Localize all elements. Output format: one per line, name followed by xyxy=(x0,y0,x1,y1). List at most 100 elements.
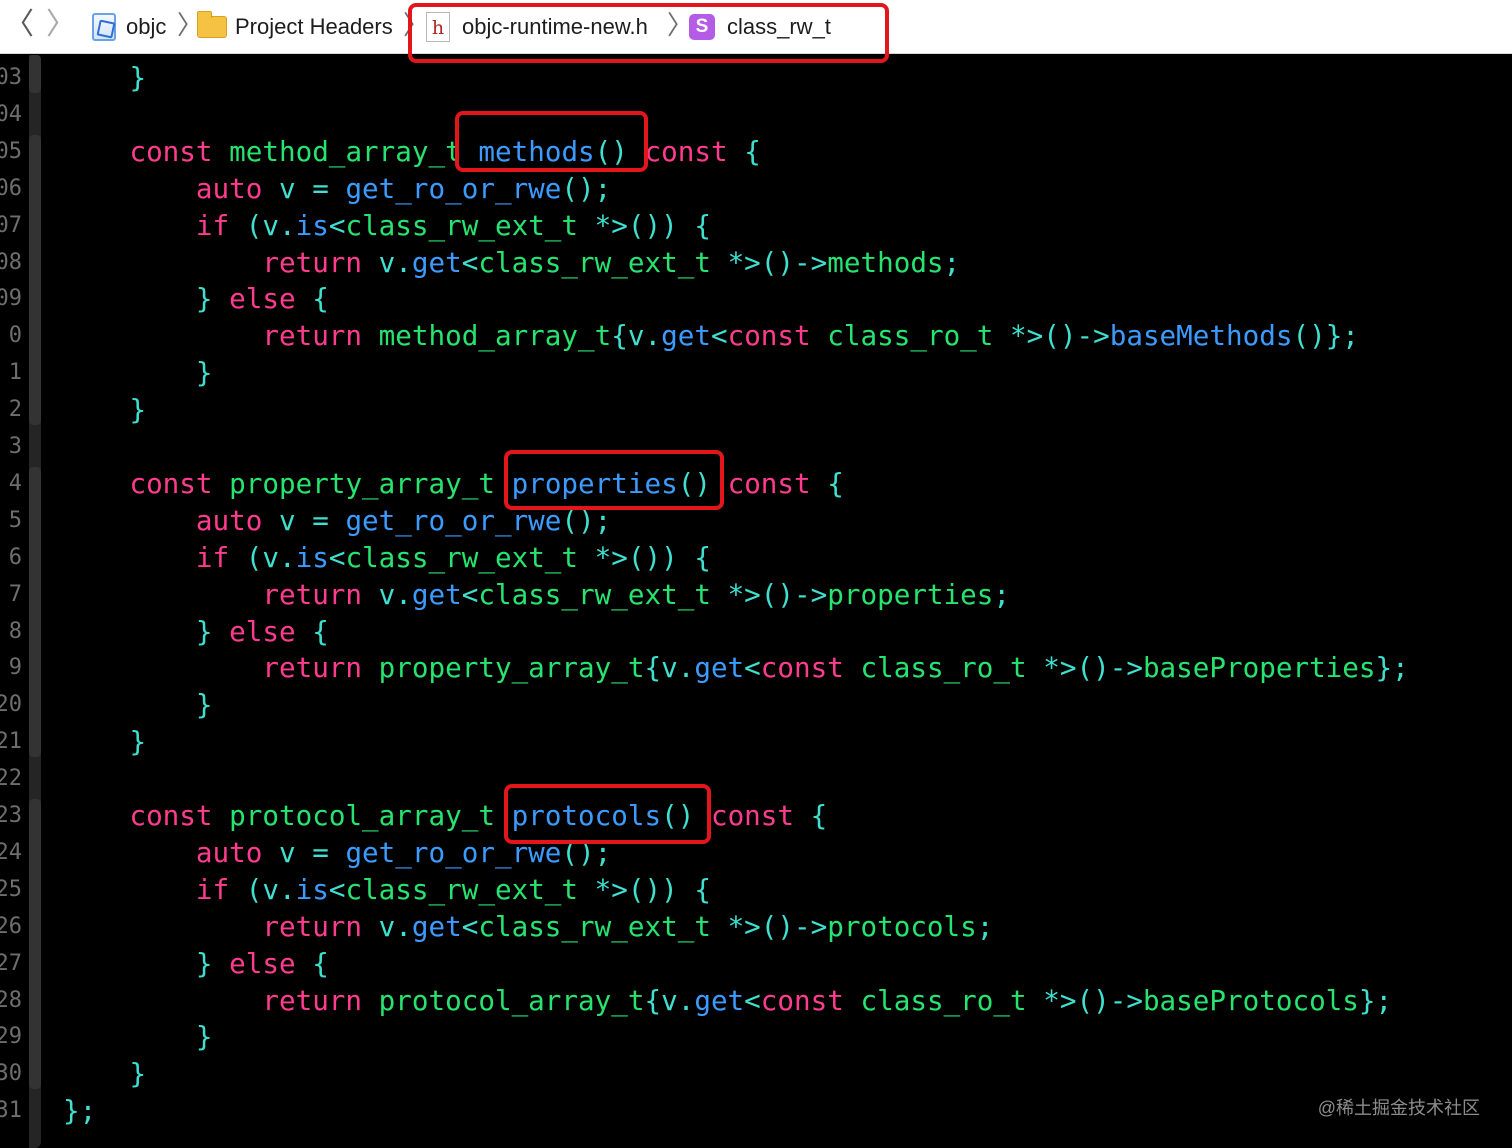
code-token: const xyxy=(760,983,844,1017)
fold-segment[interactable] xyxy=(29,55,41,93)
code-token: get xyxy=(694,983,745,1017)
code-token: }; xyxy=(1358,983,1393,1017)
code-token: const xyxy=(710,799,795,832)
code-token: if xyxy=(195,540,230,574)
line-number: 30 xyxy=(0,1061,22,1087)
code-token: auto xyxy=(195,171,263,205)
header-file-icon: h xyxy=(426,12,450,42)
code-token: {v. xyxy=(644,983,695,1017)
code-token: { xyxy=(727,134,761,168)
breadcrumb-label: objc xyxy=(126,14,167,39)
code-token: protocol_array_t xyxy=(378,983,645,1017)
line-number: 27 xyxy=(0,950,22,976)
code-line: } else { xyxy=(63,282,329,316)
line-number: 1 xyxy=(8,360,22,386)
code-token: (v. xyxy=(229,208,296,242)
breadcrumb-label: class_rw_t xyxy=(727,14,831,39)
code-token: return xyxy=(262,909,363,943)
code-line: const property_array_t properties() cons… xyxy=(63,466,843,501)
code-token: { xyxy=(295,946,329,980)
line-number: 28 xyxy=(0,987,22,1013)
source-editor[interactable]: 03 04 05 06 07 08 09 0 1 2 3 4 5 6 7 8 9 20 21 22 23 24 25 26 27… xyxy=(0,55,1512,1148)
code-token: } xyxy=(63,282,230,316)
fold-segment[interactable] xyxy=(29,799,41,1089)
code-token: () xyxy=(677,466,728,500)
code-line: } xyxy=(63,1057,146,1091)
code-token: class_rw_ext_t xyxy=(345,540,579,574)
code-token: get_ro_or_rwe xyxy=(345,171,562,205)
code-token: ; xyxy=(993,577,1011,611)
code-token: else xyxy=(229,614,296,648)
code-token: property_array_t xyxy=(229,466,495,500)
breadcrumb-struct[interactable]: S class_rw_t xyxy=(689,0,831,54)
breadcrumb-project[interactable]: objc xyxy=(92,0,166,54)
line-number: 04 xyxy=(0,101,22,127)
back-arrow-icon[interactable]: 〈 xyxy=(4,8,34,42)
code-token: return xyxy=(262,983,363,1017)
code-token: (v. xyxy=(229,872,296,906)
code-token: protocols xyxy=(511,799,662,832)
code-token: (); xyxy=(561,171,612,205)
code-token: }; xyxy=(63,1094,97,1128)
code-token: return xyxy=(262,319,363,353)
code-token: class_rw_ext_t xyxy=(345,208,579,242)
code-line: }; xyxy=(63,1094,96,1128)
code-token: } xyxy=(63,356,213,390)
code-token: < xyxy=(328,540,346,574)
code-token: } xyxy=(63,61,147,94)
code-token: *>()-> xyxy=(710,577,828,611)
fold-segment[interactable] xyxy=(29,135,41,425)
line-number: 08 xyxy=(0,249,22,275)
line-number: 09 xyxy=(0,286,22,312)
code-token: (); xyxy=(561,835,612,869)
code-token: }; xyxy=(1375,651,1409,685)
code-token: const xyxy=(760,651,844,685)
code-line: } xyxy=(63,356,213,390)
code-token: } xyxy=(63,1057,147,1091)
code-token: methods xyxy=(478,134,595,168)
line-number: 07 xyxy=(0,212,22,238)
code-token: ; xyxy=(976,909,994,943)
line-number: 8 xyxy=(8,618,22,644)
code-token: } xyxy=(63,725,147,759)
code-token: return xyxy=(262,651,363,685)
fold-segment[interactable] xyxy=(29,467,41,757)
line-number: 20 xyxy=(0,692,22,718)
breadcrumb-label: objc-runtime-new.h xyxy=(462,14,648,39)
code-token: else xyxy=(229,282,296,316)
breadcrumb-header-file[interactable]: h objc-runtime-new.h xyxy=(426,0,648,54)
forward-arrow-icon[interactable]: 〉 xyxy=(46,8,76,42)
code-token: *>()) { xyxy=(578,540,711,574)
code-token: (); xyxy=(561,503,612,537)
code-token: const xyxy=(129,134,213,168)
line-number: 05 xyxy=(0,138,22,164)
breadcrumb-project-headers[interactable]: Project Headers xyxy=(197,0,393,54)
line-number: 23 xyxy=(0,803,22,828)
line-number: 25 xyxy=(0,876,22,902)
code-token: get xyxy=(661,319,711,353)
code-token: *>()-> xyxy=(710,245,828,279)
code-token: get xyxy=(411,577,462,611)
code-token: property_array_t xyxy=(378,651,645,685)
code-token: if xyxy=(195,872,230,906)
code-token: < xyxy=(461,577,479,611)
code-token: class_ro_t xyxy=(860,983,1027,1017)
code-line: if (v.is<class_rw_ext_t *>()) { xyxy=(63,873,711,907)
code-token: *>()-> xyxy=(993,319,1110,353)
code-line: return v.get<class_rw_ext_t *>()->proper… xyxy=(63,578,1010,612)
code-token: const xyxy=(129,799,213,832)
